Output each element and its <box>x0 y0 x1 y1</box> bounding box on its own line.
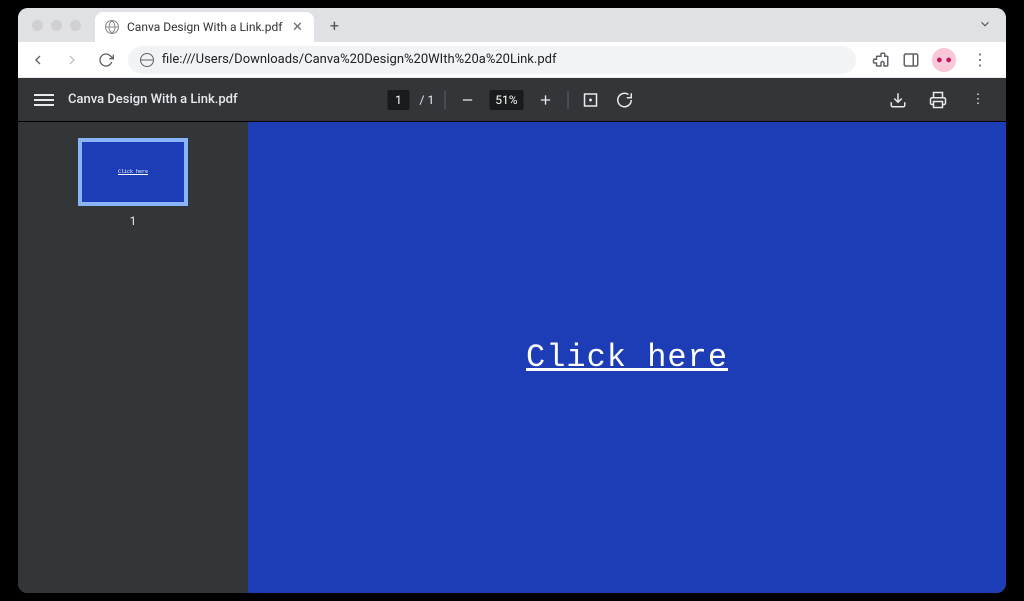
download-button[interactable] <box>886 88 910 112</box>
page-total: / 1 <box>420 93 435 107</box>
side-panel-icon[interactable] <box>902 51 920 69</box>
new-tab-button[interactable]: + <box>320 11 348 39</box>
browser-window: Canva Design With a Link.pdf ✕ + file://… <box>18 8 1006 593</box>
zoom-in-button[interactable] <box>533 88 557 112</box>
tabs-dropdown-button[interactable] <box>978 16 992 35</box>
minimize-window-button[interactable] <box>51 20 62 31</box>
window-controls <box>18 20 95 31</box>
toolbar-right-icons: ● ● ⋮ <box>866 48 998 72</box>
pdf-page: Click here <box>248 122 1006 593</box>
url-text: file:///Users/Downloads/Canva%20Design%2… <box>162 52 556 67</box>
rotate-button[interactable] <box>612 88 636 112</box>
close-window-button[interactable] <box>32 20 43 31</box>
print-button[interactable] <box>926 88 950 112</box>
reload-button[interactable] <box>94 48 118 72</box>
address-bar-row: file:///Users/Downloads/Canva%20Design%2… <box>18 42 1006 78</box>
more-actions-button[interactable]: ⋮ <box>966 88 990 112</box>
fit-page-button[interactable] <box>578 88 602 112</box>
browser-tab[interactable]: Canva Design With a Link.pdf ✕ <box>95 12 314 42</box>
thumbnail-panel: Click here 1 <box>18 122 248 593</box>
page-area[interactable]: Click here <box>248 122 1006 593</box>
thumbnail-number: 1 <box>130 214 137 228</box>
address-bar[interactable]: file:///Users/Downloads/Canva%20Design%2… <box>128 46 856 74</box>
extensions-icon[interactable] <box>872 51 890 69</box>
document-title: Canva Design With a Link.pdf <box>68 92 238 107</box>
profile-avatar[interactable]: ● ● <box>932 48 956 72</box>
back-button[interactable] <box>26 48 50 72</box>
pdf-toolbar: Canva Design With a Link.pdf 1 / 1 51% <box>18 78 1006 122</box>
pdf-body: Click here 1 Click here <box>18 122 1006 593</box>
zoom-level[interactable]: 51% <box>489 90 523 110</box>
forward-button[interactable] <box>60 48 84 72</box>
browser-menu-button[interactable]: ⋮ <box>968 50 992 69</box>
page-number-input[interactable]: 1 <box>388 90 410 110</box>
divider <box>567 91 568 109</box>
tab-strip: Canva Design With a Link.pdf ✕ + <box>18 8 1006 42</box>
document-link[interactable]: Click here <box>526 339 728 376</box>
site-info-icon[interactable] <box>140 53 154 67</box>
thumbnail-preview-text: Click here <box>118 169 148 175</box>
avatar-glyph: ● ● <box>936 53 952 66</box>
toolbar-center: 1 / 1 51% <box>388 88 637 112</box>
pdf-viewer: Canva Design With a Link.pdf 1 / 1 51% <box>18 78 1006 593</box>
maximize-window-button[interactable] <box>70 20 81 31</box>
divider <box>444 91 445 109</box>
tab-title: Canva Design With a Link.pdf <box>127 20 282 34</box>
toolbar-right: ⋮ <box>886 88 990 112</box>
close-tab-button[interactable]: ✕ <box>290 20 304 34</box>
sidebar-toggle-button[interactable] <box>34 90 54 110</box>
thumbnail[interactable]: Click here <box>78 138 188 206</box>
zoom-out-button[interactable] <box>455 88 479 112</box>
globe-icon <box>105 20 119 34</box>
